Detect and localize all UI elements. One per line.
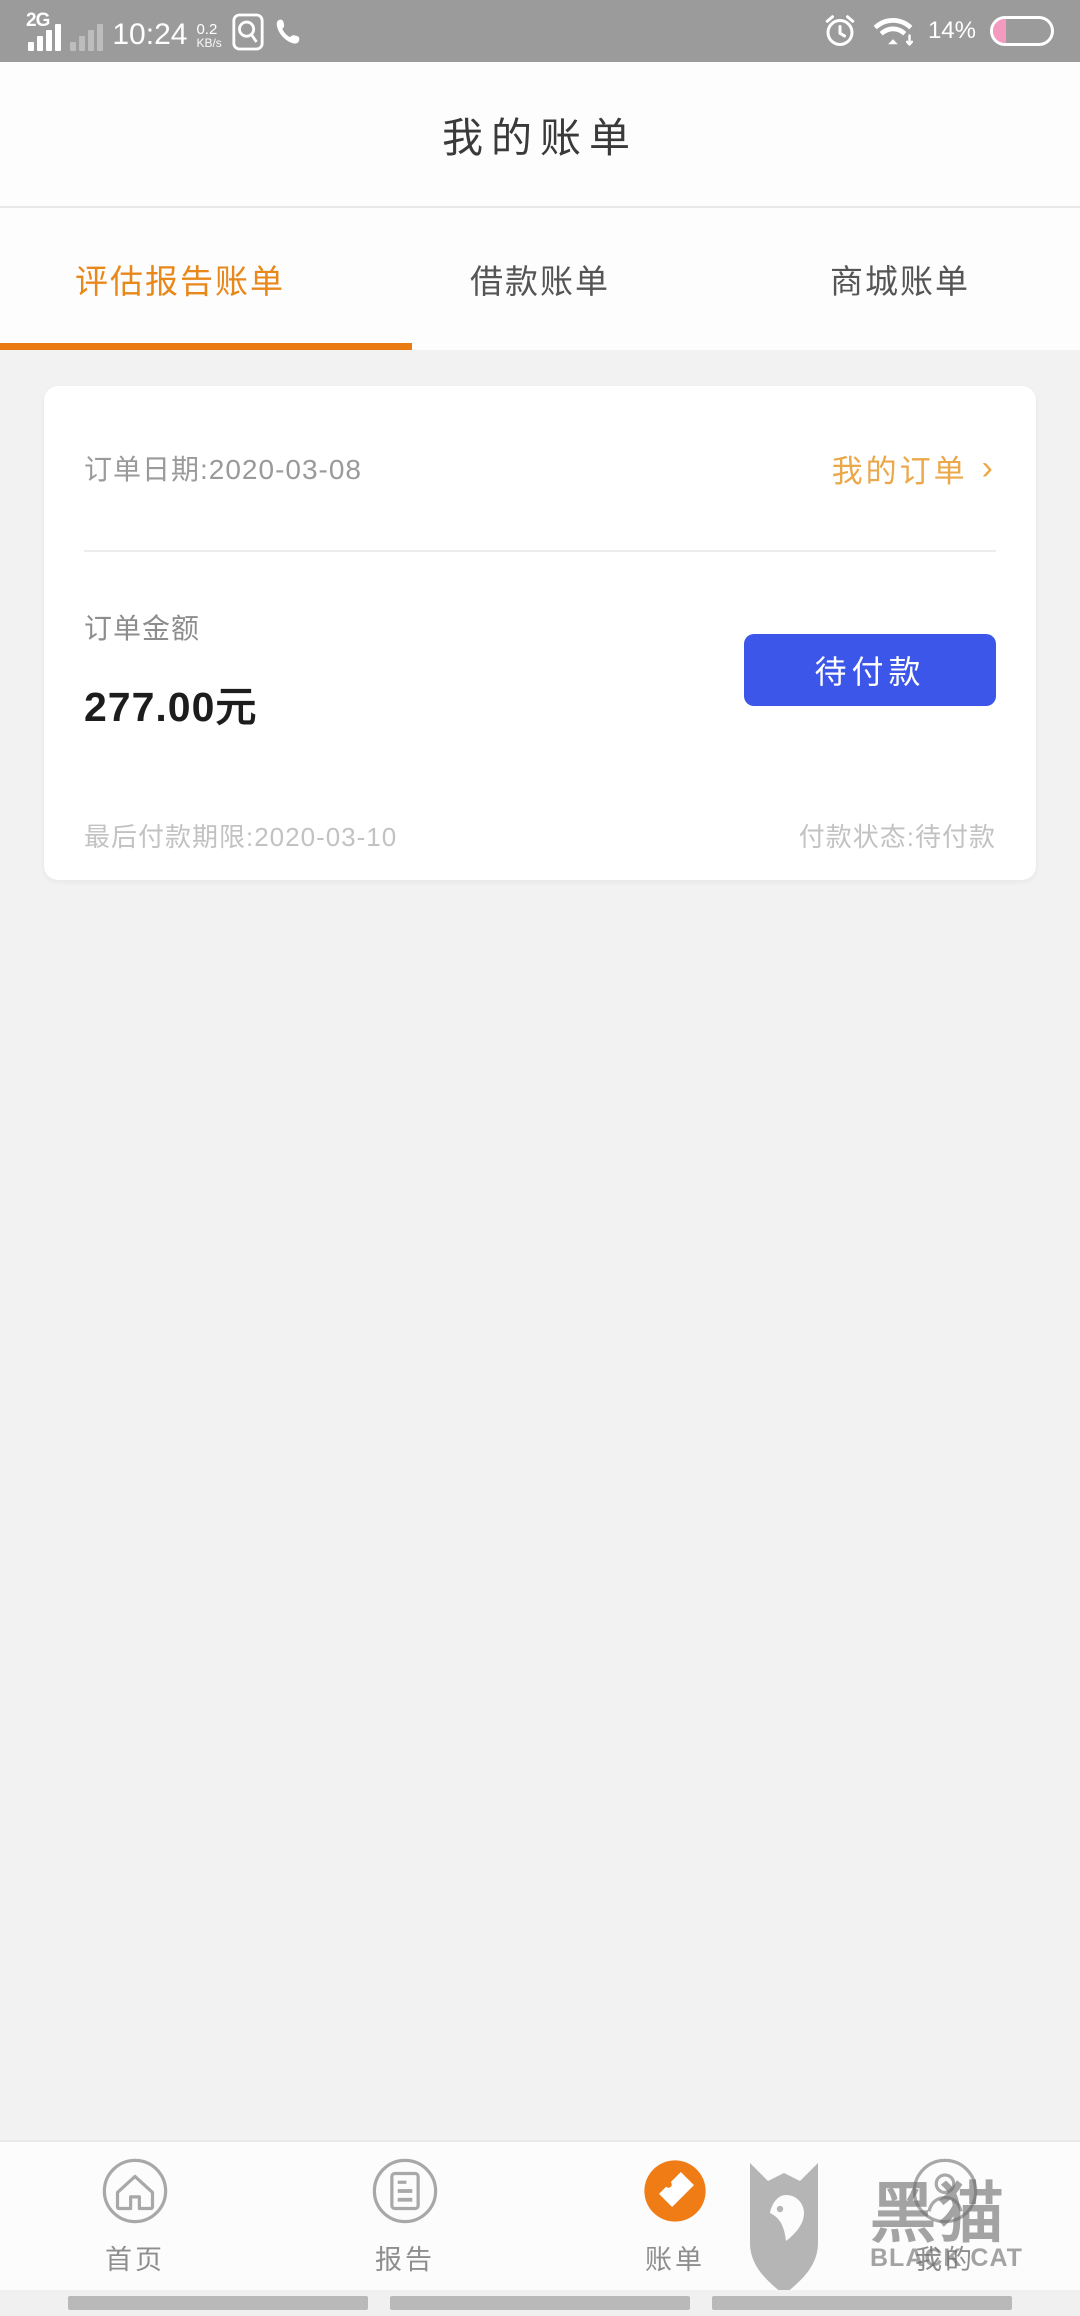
payment-deadline-label: 最后付款期限:2020-03-10 — [84, 821, 398, 852]
android-nav-home[interactable] — [390, 2296, 690, 2310]
my-order-label: 我的订单 — [831, 453, 968, 489]
android-nav-back[interactable] — [68, 2296, 368, 2310]
nav-item-home[interactable]: 首页 — [0, 2156, 270, 2277]
signal-bars-icon — [28, 21, 62, 51]
app-header: 我的账单 — [0, 62, 1080, 208]
alarm-clock-icon — [825, 15, 855, 46]
amount-value: 277.00元 — [84, 684, 258, 730]
network-speed-unit: KB/s — [196, 36, 222, 50]
nav-item-label: 首页 — [105, 2244, 165, 2275]
tab-bar: 评估报告账单 借款账单 商城账单 — [0, 208, 1080, 350]
order-card-footer: 最后付款期限:2020-03-10 付款状态:待付款 — [44, 790, 1036, 880]
network-speed-indicator: 0.2 KB/s — [196, 22, 221, 49]
user-icon — [910, 2156, 980, 2226]
document-icon — [370, 2156, 440, 2226]
signal-bars-secondary-icon — [70, 21, 104, 51]
order-card-header: 订单日期:2020-03-08 我的订单 › — [44, 386, 1036, 550]
payment-status-label: 付款状态:待付款 — [798, 821, 996, 852]
tab-assessment-report-bill[interactable]: 评估报告账单 — [0, 208, 360, 350]
battery-percent-label: 14% — [927, 17, 976, 44]
battery-icon — [990, 16, 1054, 46]
tab-loan-bill[interactable]: 借款账单 — [360, 208, 720, 350]
wifi-icon — [873, 17, 914, 46]
status-bar-right: 14% — [822, 13, 1054, 49]
weibo-icon — [232, 13, 264, 51]
my-order-link[interactable]: 我的订单 › — [832, 446, 996, 491]
clock-label: 10:24 — [112, 18, 188, 51]
amount-block: 订单金额 277.00元 — [84, 607, 257, 733]
android-navigation-bar[interactable] — [0, 2290, 1080, 2316]
chevron-right-icon: › — [981, 449, 996, 487]
tab-label: 借款账单 — [470, 263, 610, 300]
phone-icon — [276, 19, 300, 44]
tab-label: 商城账单 — [830, 263, 970, 300]
home-icon — [100, 2156, 170, 2226]
status-bar: 2G 10:24 0.2 KB/s 14% — [0, 0, 1080, 62]
pay-button[interactable]: 待付款 — [744, 634, 996, 706]
status-bar-left: 2G 10:24 0.2 KB/s — [26, 11, 306, 51]
amount-label: 订单金额 — [84, 613, 201, 644]
nav-item-label: 我的 — [915, 2244, 975, 2275]
nav-item-profile[interactable]: 我的 — [810, 2156, 1080, 2277]
price-tag-icon — [640, 2156, 710, 2226]
page-title: 我的账单 — [442, 115, 638, 161]
nav-item-label: 报告 — [375, 2244, 435, 2275]
order-date-label: 订单日期:2020-03-08 — [84, 454, 363, 485]
bottom-navigation-bar: 首页 报告 账单 我的 — [0, 2140, 1080, 2290]
phone-screen: 2G 10:24 0.2 KB/s 14% 我的账单 评估报告账单 借款账单 商… — [0, 0, 1080, 2316]
order-card-body: 订单金额 277.00元 待付款 — [44, 550, 1036, 790]
nav-item-bills[interactable]: 账单 — [540, 2156, 810, 2277]
tab-mall-bill[interactable]: 商城账单 — [720, 208, 1080, 350]
nav-item-report[interactable]: 报告 — [270, 2156, 540, 2277]
android-nav-recents[interactable] — [712, 2296, 1012, 2310]
order-card[interactable]: 订单日期:2020-03-08 我的订单 › 订单金额 277.00元 待付款 … — [44, 386, 1036, 880]
nav-item-label: 账单 — [645, 2244, 705, 2275]
tab-label: 评估报告账单 — [75, 263, 285, 300]
network-speed-value: 0.2 — [196, 21, 218, 38]
tab-active-indicator — [0, 343, 412, 350]
